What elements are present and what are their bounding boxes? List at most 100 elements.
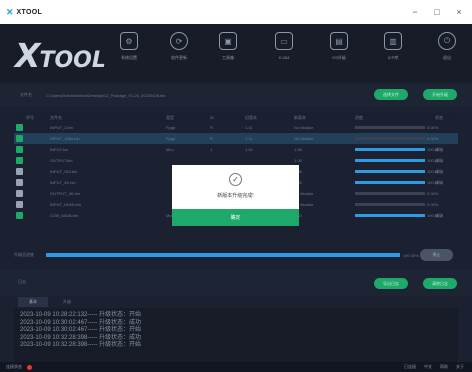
row-progress-fill (355, 181, 425, 184)
cell-old: 1.11 (245, 136, 253, 141)
refresh-icon: ⟳ (170, 32, 188, 50)
table-row[interactable]: INPUT_1084.bin Fpga R 1.11 No Module 0.00% (14, 133, 458, 144)
log-line: 2023-10-09 10:30:02:467----- 升级状态：开始 (20, 327, 142, 334)
confirm-button[interactable]: 确定 (172, 209, 299, 226)
monitor-icon: ▭ (275, 32, 293, 50)
nav-item-label: H.264 (278, 55, 290, 60)
start-upgrade-button[interactable]: 开始升级 (423, 89, 457, 100)
cell-name: INPUT_HDMI.bin (50, 202, 81, 207)
tab-basic[interactable]: 基本 (18, 297, 48, 307)
window-titlebar: ✕ XTOOL − □ × (0, 0, 472, 24)
language-link[interactable]: 中文 (424, 364, 432, 370)
cell-name: OUTPUT_4K.bin (50, 191, 81, 196)
table-row[interactable]: INPUT_1.bin Fpga R 1.11 No Module 0.00% (14, 122, 458, 133)
cell-name: COM_MAIN.bin (50, 213, 79, 218)
nav-item-label: 工具箱 (222, 55, 234, 60)
cell-name: INPUT_1084.bin (50, 136, 80, 141)
col-header: 类型 (166, 114, 174, 120)
row-progress-bar (355, 159, 425, 162)
row-checkbox[interactable] (16, 179, 23, 186)
log-tabs: 基本 升级 (18, 297, 82, 307)
cell-name: OUTPUT.bin (50, 158, 73, 163)
col-header: 新版本 (294, 114, 306, 120)
check-circle-icon: ✓ (229, 173, 242, 186)
nav-item-label: 退出 (443, 55, 451, 60)
minimize-button[interactable]: − (408, 5, 422, 19)
row-progress-bar (355, 203, 425, 206)
stop-button[interactable]: 停止 (420, 249, 453, 261)
cell-percent: 0.00% (427, 191, 439, 196)
cell-new: No Module (294, 136, 314, 141)
table-row[interactable]: INPUT.bin Mcu 1 1.02 1.08 100.00% 成功 (14, 144, 458, 155)
nav-item-os-upgrade[interactable]: ▤ OS升级 (320, 32, 358, 72)
row-checkbox[interactable] (16, 190, 23, 197)
overall-progress-bar (46, 253, 400, 257)
cell-id: 1 (210, 147, 213, 152)
row-progress-fill (355, 170, 425, 173)
row-checkbox[interactable] (16, 146, 23, 153)
chip-icon: ▤ (330, 32, 348, 50)
row-checkbox[interactable] (16, 157, 23, 164)
connection-status-label: 连接状态 (6, 364, 22, 369)
nav-item-label: OS升级 (332, 55, 346, 60)
app-logo-icon: ✕ (6, 6, 14, 17)
toolbox-icon: ▣ (219, 32, 237, 50)
tab-upgrade[interactable]: 升级 (52, 297, 82, 307)
col-header: 进度 (355, 114, 363, 120)
row-progress-bar (355, 181, 425, 184)
maximize-button[interactable]: □ (430, 5, 444, 19)
about-link[interactable]: 关于 (456, 364, 464, 370)
top-navigation: XTOOL ⚙ 系统设置 ⟳ 软件更新 ▣ 工具箱 ▭ H.264 ▤ OS升级… (0, 24, 472, 82)
dialog-message: 新版本升级完成! (217, 193, 254, 199)
nav-item-label: ICP库 (387, 55, 399, 60)
cell-type: Fpga (166, 136, 176, 141)
nav-item-icp[interactable]: ▥ ICP库 (374, 32, 412, 72)
export-log-button[interactable]: 导出日志 (374, 278, 408, 289)
row-progress-fill (355, 148, 425, 151)
database-icon: ▥ (384, 32, 402, 50)
clear-log-button[interactable]: 清除日志 (423, 278, 457, 289)
row-progress-fill (355, 159, 425, 162)
log-line: 2023-10-09 10:28:22:132----- 升级状态：开始 (20, 312, 142, 318)
cell-percent: 0.00% (427, 125, 439, 130)
row-checkbox[interactable] (16, 124, 23, 131)
col-header: 文件名 (50, 114, 62, 120)
cell-status: 成功 (435, 146, 443, 152)
cell-type: Mcu (166, 147, 174, 152)
file-path-value[interactable]: C:/Users/Administrator/Desktop/G2_Packag… (46, 93, 165, 98)
log-section-label: 日志 (18, 279, 26, 284)
nav-item-exit[interactable]: ⏻ 退出 (428, 32, 466, 72)
browse-file-button[interactable]: 选择文件 (374, 89, 408, 100)
cell-old: 1.11 (245, 125, 253, 130)
upgrade-complete-dialog: ✓ 新版本升级完成! 确定 (172, 165, 299, 226)
status-connected: 已连接 (404, 364, 416, 369)
file-path-row: 文件名 C:/Users/Administrator/Desktop/G2_Pa… (0, 84, 472, 106)
brand-logo-x: X (15, 36, 40, 75)
cell-name: INPUT_1.bin (50, 125, 73, 130)
cell-new: 1.05 (294, 158, 302, 163)
nav-item-h264[interactable]: ▭ H.264 (265, 32, 303, 72)
close-button[interactable]: × (452, 5, 466, 19)
overall-progress-percent: 100.00% (403, 252, 419, 258)
nav-item-settings[interactable]: ⚙ 系统设置 (110, 32, 148, 72)
overall-progress-label: 升级总进度 (14, 252, 34, 257)
nav-item-label: 系统设置 (121, 55, 137, 60)
table-header: 序号 文件名 类型 ID 旧版本 新版本 进度 状态 (14, 113, 458, 122)
cell-new: No Module (294, 125, 314, 130)
cell-old: 1.02 (245, 147, 253, 152)
nav-item-label: 软件更新 (171, 55, 187, 60)
row-checkbox[interactable] (16, 135, 23, 142)
row-checkbox[interactable] (16, 212, 23, 219)
nav-item-software-update[interactable]: ⟳ 软件更新 (160, 32, 198, 72)
log-output: 2023-10-09 10:28:22:132----- 升级状态：开始 202… (14, 308, 458, 362)
nav-item-toolbox[interactable]: ▣ 工具箱 (209, 32, 247, 72)
window-title: XTOOL (16, 8, 43, 16)
row-progress-bar (355, 214, 425, 217)
status-bar-links: 已连接 中文 帮助 关于 (404, 364, 464, 370)
row-checkbox[interactable] (16, 168, 23, 175)
cell-new: 1.08 (294, 147, 302, 152)
power-icon: ⏻ (438, 32, 456, 50)
overall-progress-row: 升级总进度 100.00% 停止 (14, 249, 458, 261)
row-checkbox[interactable] (16, 201, 23, 208)
help-link[interactable]: 帮助 (440, 364, 448, 370)
